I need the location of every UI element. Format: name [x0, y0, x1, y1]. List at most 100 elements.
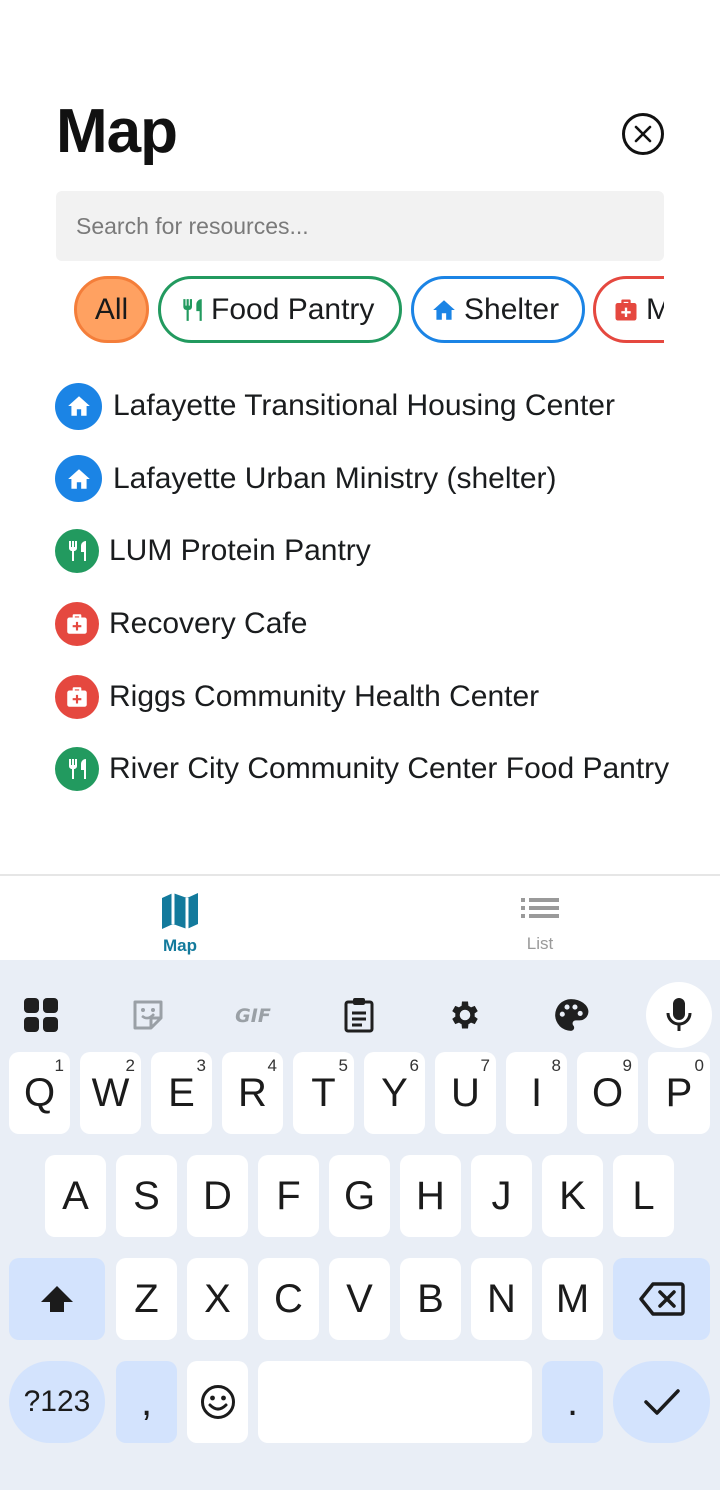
key-z[interactable]: Z: [116, 1258, 177, 1340]
key-o[interactable]: O9: [577, 1052, 638, 1134]
sticker-icon: [133, 1000, 163, 1030]
list-item[interactable]: River City Community Center Food Pantry: [55, 733, 720, 806]
medical-kit-icon: [55, 602, 99, 647]
backspace-key[interactable]: [613, 1258, 710, 1340]
key-h[interactable]: H: [400, 1155, 461, 1237]
key-hint: 9: [622, 1056, 632, 1075]
on-screen-keyboard: GIF Q1 W2 E3 R4 T5 Y6 U7 I8 O9 P0 A S D …: [0, 960, 720, 1490]
key-x[interactable]: X: [187, 1258, 248, 1340]
microphone-icon: [666, 998, 692, 1031]
key-y[interactable]: Y6: [364, 1052, 425, 1134]
list-item[interactable]: Recovery Cafe: [55, 588, 720, 661]
key-a[interactable]: A: [45, 1155, 106, 1237]
chip-label: Food Pantry: [211, 292, 375, 326]
list-item-label: Lafayette Transitional Housing Center: [113, 389, 615, 423]
key-r[interactable]: R4: [222, 1052, 283, 1134]
key-c[interactable]: C: [258, 1258, 319, 1340]
key-q[interactable]: Q1: [9, 1052, 70, 1134]
key-k[interactable]: K: [542, 1155, 603, 1237]
page-title: Map: [56, 97, 178, 166]
svg-text:GIF: GIF: [235, 1005, 271, 1027]
sticker-button[interactable]: [115, 982, 181, 1048]
filter-chip-shelter[interactable]: Shelter: [411, 276, 585, 343]
list-item-label: Riggs Community Health Center: [109, 679, 540, 713]
key-w[interactable]: W2: [80, 1052, 141, 1134]
fork-knife-icon: [55, 529, 99, 574]
key-s[interactable]: S: [116, 1155, 177, 1237]
shift-icon: [41, 1286, 73, 1312]
chip-label: M: [646, 292, 664, 326]
close-button[interactable]: [622, 113, 664, 155]
list-item-label: River City Community Center Food Pantry: [109, 752, 670, 786]
tab-map[interactable]: Map: [120, 876, 240, 962]
key-hint: 1: [54, 1056, 64, 1075]
key-p[interactable]: P0: [648, 1052, 710, 1134]
list-item[interactable]: LUM Protein Pantry: [55, 515, 720, 588]
theme-button[interactable]: [538, 982, 604, 1048]
key-i[interactable]: I8: [506, 1052, 567, 1134]
settings-button[interactable]: [432, 982, 498, 1048]
tab-label: Map: [163, 936, 197, 955]
resource-list: Lafayette Transitional Housing Center La…: [55, 370, 720, 806]
key-hint: 7: [480, 1056, 490, 1075]
symbols-key[interactable]: ?123: [9, 1361, 105, 1443]
apps-grid-button[interactable]: [8, 982, 74, 1048]
fork-knife-icon: [179, 296, 205, 324]
key-e[interactable]: E3: [151, 1052, 212, 1134]
key-label: W: [91, 1070, 130, 1115]
filter-chip-food-pantry[interactable]: Food Pantry: [158, 276, 402, 343]
key-l[interactable]: L: [613, 1155, 674, 1237]
key-label: Y: [381, 1070, 408, 1115]
house-icon: [55, 382, 102, 430]
checkmark-icon: [643, 1389, 680, 1415]
key-m[interactable]: M: [542, 1258, 603, 1340]
key-hint: 8: [551, 1056, 561, 1075]
space-key[interactable]: [258, 1361, 532, 1443]
chip-label: All: [94, 292, 129, 326]
filter-chip-medical[interactable]: M: [593, 276, 664, 343]
key-label: R: [238, 1070, 267, 1115]
clipboard-button[interactable]: [326, 982, 392, 1048]
emoji-key[interactable]: [187, 1361, 248, 1443]
key-f[interactable]: F: [258, 1155, 319, 1237]
fork-knife-icon: [55, 747, 99, 792]
gif-button[interactable]: GIF: [220, 982, 286, 1048]
palette-icon: [555, 999, 589, 1031]
list-item-label: Recovery Cafe: [109, 607, 308, 641]
key-v[interactable]: V: [329, 1258, 390, 1340]
apps-grid-icon: [24, 998, 58, 1032]
voice-input-button[interactable]: [646, 982, 712, 1048]
filter-chip-bar[interactable]: All Food Pantry Shelter M: [56, 276, 664, 344]
key-hint: 6: [409, 1056, 419, 1075]
list-item-label: LUM Protein Pantry: [109, 534, 371, 568]
key-label: O: [591, 1070, 624, 1115]
key-n[interactable]: N: [471, 1258, 532, 1340]
period-key[interactable]: .: [542, 1361, 603, 1443]
key-t[interactable]: T5: [293, 1052, 354, 1134]
key-label: Q: [23, 1070, 56, 1115]
key-d[interactable]: D: [187, 1155, 248, 1237]
tab-list[interactable]: List: [480, 876, 600, 962]
close-icon: [634, 125, 652, 143]
enter-key[interactable]: [613, 1361, 710, 1443]
list-item[interactable]: Lafayette Transitional Housing Center: [55, 370, 720, 443]
key-g[interactable]: G: [329, 1155, 390, 1237]
filter-chip-all[interactable]: All: [74, 276, 149, 343]
key-j[interactable]: J: [471, 1155, 532, 1237]
backspace-icon: [638, 1282, 685, 1316]
gif-icon: GIF: [235, 1005, 271, 1027]
list-item[interactable]: Riggs Community Health Center: [55, 660, 720, 733]
comma-key[interactable]: ,: [116, 1361, 177, 1443]
list-icon: [521, 898, 559, 918]
gear-icon: [452, 1001, 478, 1029]
key-hint: 2: [125, 1056, 135, 1075]
shift-key[interactable]: [9, 1258, 105, 1340]
key-hint: 4: [267, 1056, 277, 1075]
key-u[interactable]: U7: [435, 1052, 496, 1134]
key-hint: 5: [338, 1056, 348, 1075]
list-item[interactable]: Lafayette Urban Ministry (shelter): [55, 443, 720, 516]
emoji-icon: [200, 1385, 235, 1419]
key-b[interactable]: B: [400, 1258, 461, 1340]
search-input[interactable]: [56, 191, 664, 261]
key-hint: 0: [694, 1056, 704, 1075]
